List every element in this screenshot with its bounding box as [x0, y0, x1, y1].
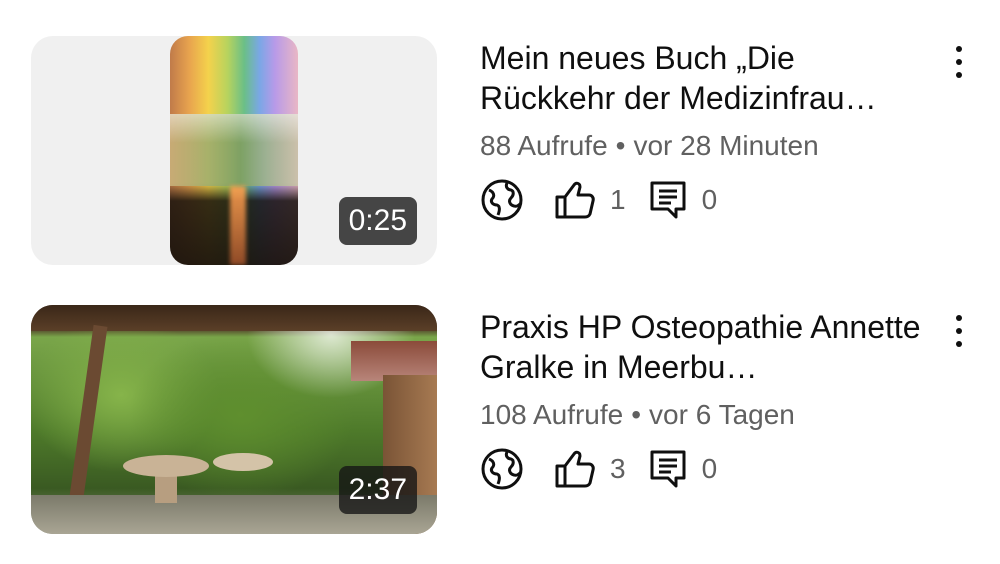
more-vert-icon-dot — [956, 328, 962, 334]
meta-separator: • — [615, 130, 626, 161]
more-vert-icon-dot — [956, 341, 962, 347]
comment-icon — [650, 181, 686, 219]
comment-icon — [650, 450, 686, 488]
globe-icon — [481, 448, 523, 490]
view-count: 88 Aufrufe — [480, 130, 608, 161]
video-info: Praxis HP Osteopathie Annette Gralke in … — [480, 307, 930, 491]
video-title[interactable]: Praxis HP Osteopathie Annette Gralke in … — [480, 307, 930, 387]
video-title[interactable]: Mein neues Buch „Die Rückkehr der Medizi… — [480, 38, 930, 118]
thumbnail-table — [213, 453, 273, 471]
more-vert-icon — [956, 46, 962, 52]
likes[interactable]: 3 — [554, 448, 626, 490]
more-vert-icon — [956, 315, 962, 321]
upload-age: vor 28 Minuten — [633, 130, 819, 161]
video-item[interactable]: 0:25 Mein neues Buch „Die Rückkehr der M… — [0, 36, 1000, 268]
video-meta: 108 Aufrufe • vor 6 Tagen — [480, 397, 930, 433]
comments[interactable]: 0 — [648, 448, 718, 490]
comment-count: 0 — [701, 453, 718, 484]
video-meta: 88 Aufrufe • vor 28 Minuten — [480, 128, 930, 164]
video-thumbnail[interactable]: 2:37 — [31, 305, 437, 534]
globe-icon — [481, 179, 523, 221]
more-options-button[interactable] — [946, 42, 972, 82]
more-vert-icon-dot — [956, 59, 962, 65]
video-list: 0:25 Mein neues Buch „Die Rückkehr der M… — [0, 0, 1000, 564]
comment-count: 0 — [701, 184, 718, 215]
video-stats: 3 0 — [480, 447, 930, 491]
thumbnail-image-glow — [230, 186, 246, 265]
video-thumbnail[interactable]: 0:25 — [31, 36, 437, 265]
like-count: 3 — [610, 453, 626, 484]
thumbs-up-icon — [555, 450, 595, 488]
thumbnail-image-band — [170, 114, 298, 186]
view-count: 108 Aufrufe — [480, 399, 624, 430]
more-options-button[interactable] — [946, 311, 972, 351]
more-vert-icon-dot — [956, 72, 962, 78]
video-stats: 1 0 — [480, 178, 930, 222]
video-item[interactable]: 2:37 Praxis HP Osteopathie Annette Gralk… — [0, 305, 1000, 537]
duration-badge: 0:25 — [338, 197, 417, 245]
duration-badge: 2:37 — [338, 466, 417, 514]
thumbnail-table — [123, 455, 209, 477]
upload-age: vor 6 Tagen — [649, 399, 795, 430]
meta-separator: • — [631, 399, 642, 430]
likes[interactable]: 1 — [554, 179, 626, 221]
comments[interactable]: 0 — [648, 179, 718, 221]
thumbs-up-icon — [555, 181, 595, 219]
thumbnail-image — [170, 36, 298, 265]
video-info: Mein neues Buch „Die Rückkehr der Medizi… — [480, 38, 930, 222]
like-count: 1 — [610, 184, 626, 215]
thumbnail-roof — [31, 305, 437, 331]
visibility-public[interactable] — [480, 178, 524, 222]
visibility-public[interactable] — [480, 447, 524, 491]
